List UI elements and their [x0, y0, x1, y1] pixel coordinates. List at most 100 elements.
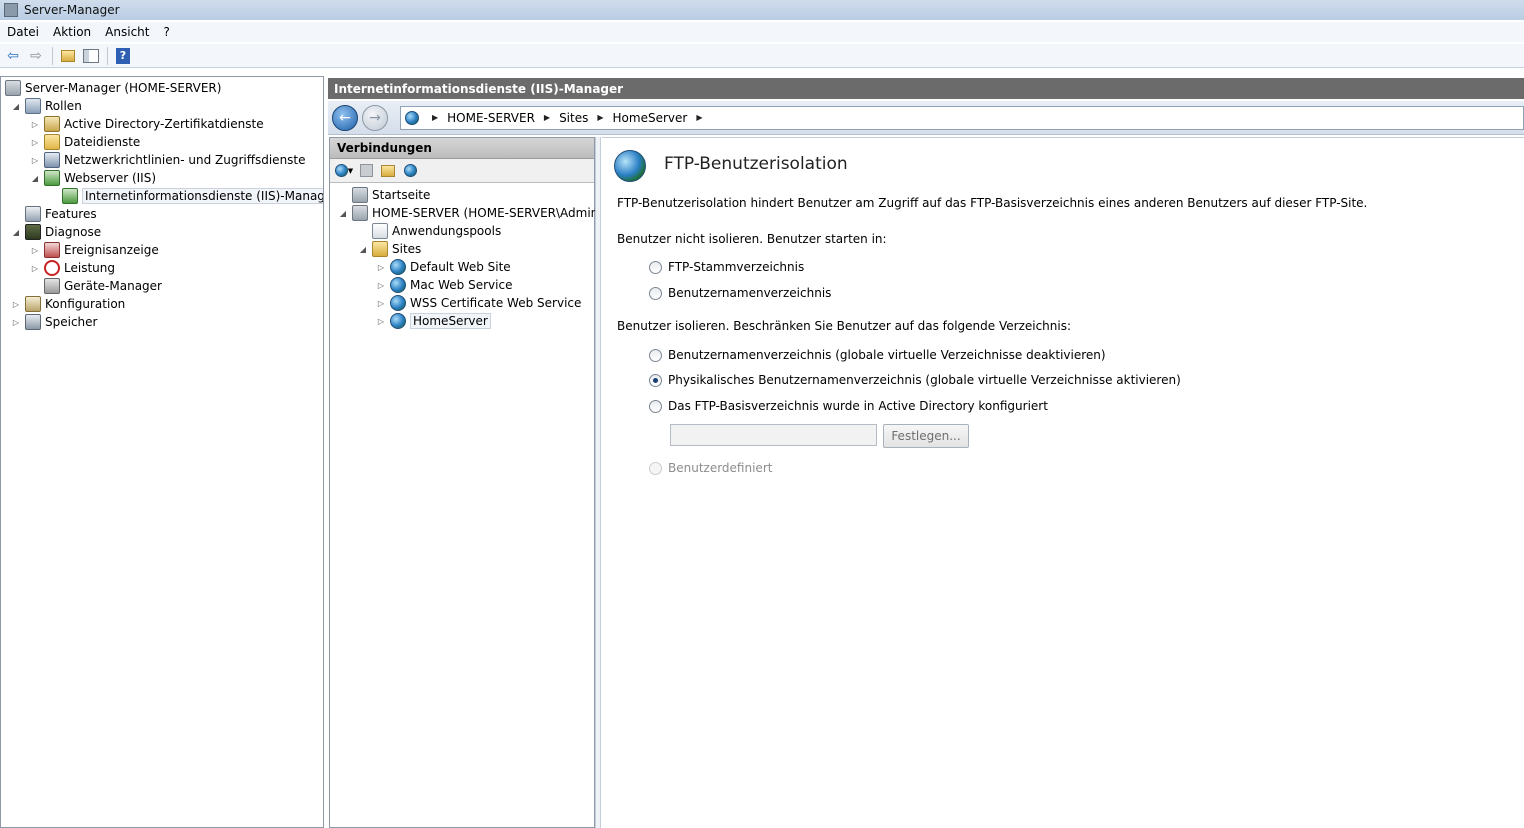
help-icon[interactable]: ?: [112, 46, 134, 66]
pane-splitter[interactable]: [595, 137, 601, 828]
conn-item-wss-certificate[interactable]: ▷ WSS Certificate Web Service: [376, 294, 581, 312]
radio-ftp-root[interactable]: FTP-Stammverzeichnis: [649, 260, 804, 274]
radio-button[interactable]: [649, 348, 662, 362]
radio-button-checked[interactable]: [649, 373, 662, 387]
conn-item-home-server[interactable]: ◢ HOME-SERVER (HOME-SERVER\Administ: [338, 204, 613, 222]
radio-label: Das FTP-Basisverzeichnis wurde in Active…: [668, 399, 1048, 413]
ad-path-input[interactable]: [670, 424, 877, 446]
expand-arrow-icon[interactable]: ▷: [11, 318, 21, 327]
forward-icon[interactable]: ⇨: [25, 46, 47, 66]
radio-button[interactable]: [649, 286, 662, 300]
tree-item-label: Sites: [392, 242, 422, 256]
radio-custom[interactable]: Benutzerdefiniert: [649, 461, 772, 475]
tree-item-speicher[interactable]: ▷ Speicher: [11, 313, 97, 331]
conn-item-mac-web-service[interactable]: ▷ Mac Web Service: [376, 276, 512, 294]
tree-item-label: Features: [45, 207, 97, 221]
radio-button[interactable]: [649, 399, 662, 413]
radio-physical-username-dir[interactable]: Physikalisches Benutzernamenverzeichnis …: [649, 373, 1181, 387]
expand-arrow-icon[interactable]: ▷: [376, 299, 386, 308]
section-no-isolation-label: Benutzer nicht isolieren. Benutzer start…: [617, 232, 887, 246]
collapse-arrow-icon[interactable]: ◢: [11, 228, 21, 237]
window-title: Server-Manager: [24, 3, 120, 17]
expand-arrow-icon[interactable]: ▷: [376, 317, 386, 326]
menu-ansicht[interactable]: Ansicht: [98, 25, 156, 39]
forward-arrow-icon[interactable]: →: [362, 104, 388, 131]
folder-up-icon[interactable]: [57, 46, 79, 66]
breadcrumb-home-server[interactable]: HOME-SERVER: [447, 111, 535, 125]
expand-arrow-icon[interactable]: ▷: [30, 264, 40, 273]
tree-item-ad-certificate[interactable]: ▷ Active Directory-Zertifikatdienste: [30, 115, 264, 133]
tree-item-server-manager[interactable]: Server-Manager (HOME-SERVER): [5, 79, 221, 97]
console-tree: Server-Manager (HOME-SERVER) ◢ Rollen ▷ …: [0, 76, 324, 828]
menu-help[interactable]: ?: [156, 25, 176, 39]
tree-item-webserver[interactable]: ◢ Webserver (IIS): [30, 169, 156, 187]
features-icon: [25, 206, 41, 222]
tree-item-label: Konfiguration: [45, 297, 126, 311]
tree-item-features[interactable]: Features: [25, 205, 97, 223]
globe-icon: [390, 277, 406, 293]
collapse-arrow-icon[interactable]: ◢: [338, 209, 348, 218]
breadcrumb-arrow-icon[interactable]: ▶: [696, 113, 702, 122]
tree-item-konfiguration[interactable]: ▷ Konfiguration: [11, 295, 125, 313]
conn-item-startseite[interactable]: Startseite: [352, 186, 430, 204]
tree-item-rollen[interactable]: ◢ Rollen: [11, 97, 82, 115]
conn-item-app-pools[interactable]: Anwendungspools: [372, 222, 501, 240]
certificate-icon: [44, 116, 60, 132]
conn-item-default-web-site[interactable]: ▷ Default Web Site: [376, 258, 511, 276]
collapse-arrow-icon[interactable]: ◢: [11, 102, 21, 111]
tree-item-diagnose[interactable]: ◢ Diagnose: [11, 223, 101, 241]
tree-item-label: Leistung: [64, 261, 115, 275]
conn-item-sites[interactable]: ◢ Sites: [358, 240, 421, 258]
radio-username-dir-disable-global[interactable]: Benutzernamenverzeichnis (globale virtue…: [649, 348, 1106, 362]
tree-item-iis-manager[interactable]: Internetinformationsdienste (IIS)-Manage…: [62, 187, 323, 205]
tree-item-ereignisanzeige[interactable]: ▷ Ereignisanzeige: [30, 241, 159, 259]
breadcrumb-arrow-icon[interactable]: ▶: [432, 113, 438, 122]
expand-arrow-icon[interactable]: ▷: [30, 156, 40, 165]
expand-arrow-icon[interactable]: ▷: [30, 246, 40, 255]
menu-datei[interactable]: Datei: [0, 25, 46, 39]
radio-button[interactable]: [649, 260, 662, 274]
set-button[interactable]: Festlegen...: [883, 424, 969, 448]
radio-active-directory[interactable]: Das FTP-Basisverzeichnis wurde in Active…: [649, 399, 1048, 413]
radio-username-dir[interactable]: Benutzernamenverzeichnis: [649, 286, 831, 300]
collapse-arrow-icon[interactable]: ◢: [358, 245, 368, 254]
iis-header-title: Internetinformationsdienste (IIS)-Manage…: [334, 81, 624, 96]
expand-arrow-icon[interactable]: ▷: [376, 263, 386, 272]
network-icon: [44, 152, 60, 168]
back-arrow-icon[interactable]: ←: [332, 104, 358, 131]
tree-item-geraete-manager[interactable]: Geräte-Manager: [44, 277, 162, 295]
breadcrumb[interactable]: ▶ HOME-SERVER ▶ Sites ▶ HomeServer ▶: [400, 105, 1524, 130]
main-toolbar: ⇦ ⇨ ?: [0, 44, 1524, 68]
save-icon[interactable]: [355, 162, 377, 180]
conn-item-homeserver[interactable]: ▷ HomeServer: [376, 312, 491, 330]
radio-label: Benutzernamenverzeichnis: [668, 286, 832, 300]
show-hide-console-tree-icon[interactable]: [80, 46, 102, 66]
tree-item-network-policy[interactable]: ▷ Netzwerkrichtlinien- und Zugriffsdiens…: [30, 151, 306, 169]
expand-arrow-icon[interactable]: ▷: [376, 281, 386, 290]
back-icon[interactable]: ⇦: [2, 46, 24, 66]
tree-item-dateidienste[interactable]: ▷ Dateidienste: [30, 133, 140, 151]
expand-arrow-icon[interactable]: ▷: [11, 300, 21, 309]
expand-arrow-icon[interactable]: ▷: [30, 120, 40, 129]
breadcrumb-sites[interactable]: Sites: [559, 111, 588, 125]
menu-aktion[interactable]: Aktion: [46, 25, 98, 39]
breadcrumb-arrow-icon[interactable]: ▶: [544, 113, 550, 122]
expand-arrow-icon[interactable]: ▷: [30, 138, 40, 147]
feature-description: FTP-Benutzerisolation hindert Benutzer a…: [617, 196, 1368, 210]
connect-icon[interactable]: ▼: [333, 162, 355, 180]
tree-item-label: Anwendungspools: [392, 224, 502, 238]
radio-label: Physikalisches Benutzernamenverzeichnis …: [668, 373, 1181, 387]
disconnect-icon[interactable]: [399, 162, 421, 180]
event-viewer-icon: [44, 242, 60, 258]
breadcrumb-homeserver[interactable]: HomeServer: [613, 111, 688, 125]
tree-item-label: Mac Web Service: [410, 278, 513, 292]
tree-item-leistung[interactable]: ▷ Leistung: [30, 259, 115, 277]
collapse-arrow-icon[interactable]: ◢: [30, 174, 40, 183]
radio-button-disabled[interactable]: [649, 461, 662, 475]
section-isolation-label: Benutzer isolieren. Beschränken Sie Benu…: [617, 319, 1072, 333]
globe-icon: [390, 295, 406, 311]
ftp-globe-icon: [614, 150, 646, 182]
tree-item-label: Internetinformationsdienste (IIS)-Manage…: [82, 188, 323, 204]
breadcrumb-arrow-icon[interactable]: ▶: [597, 113, 603, 122]
folder-up-icon[interactable]: [377, 162, 399, 180]
